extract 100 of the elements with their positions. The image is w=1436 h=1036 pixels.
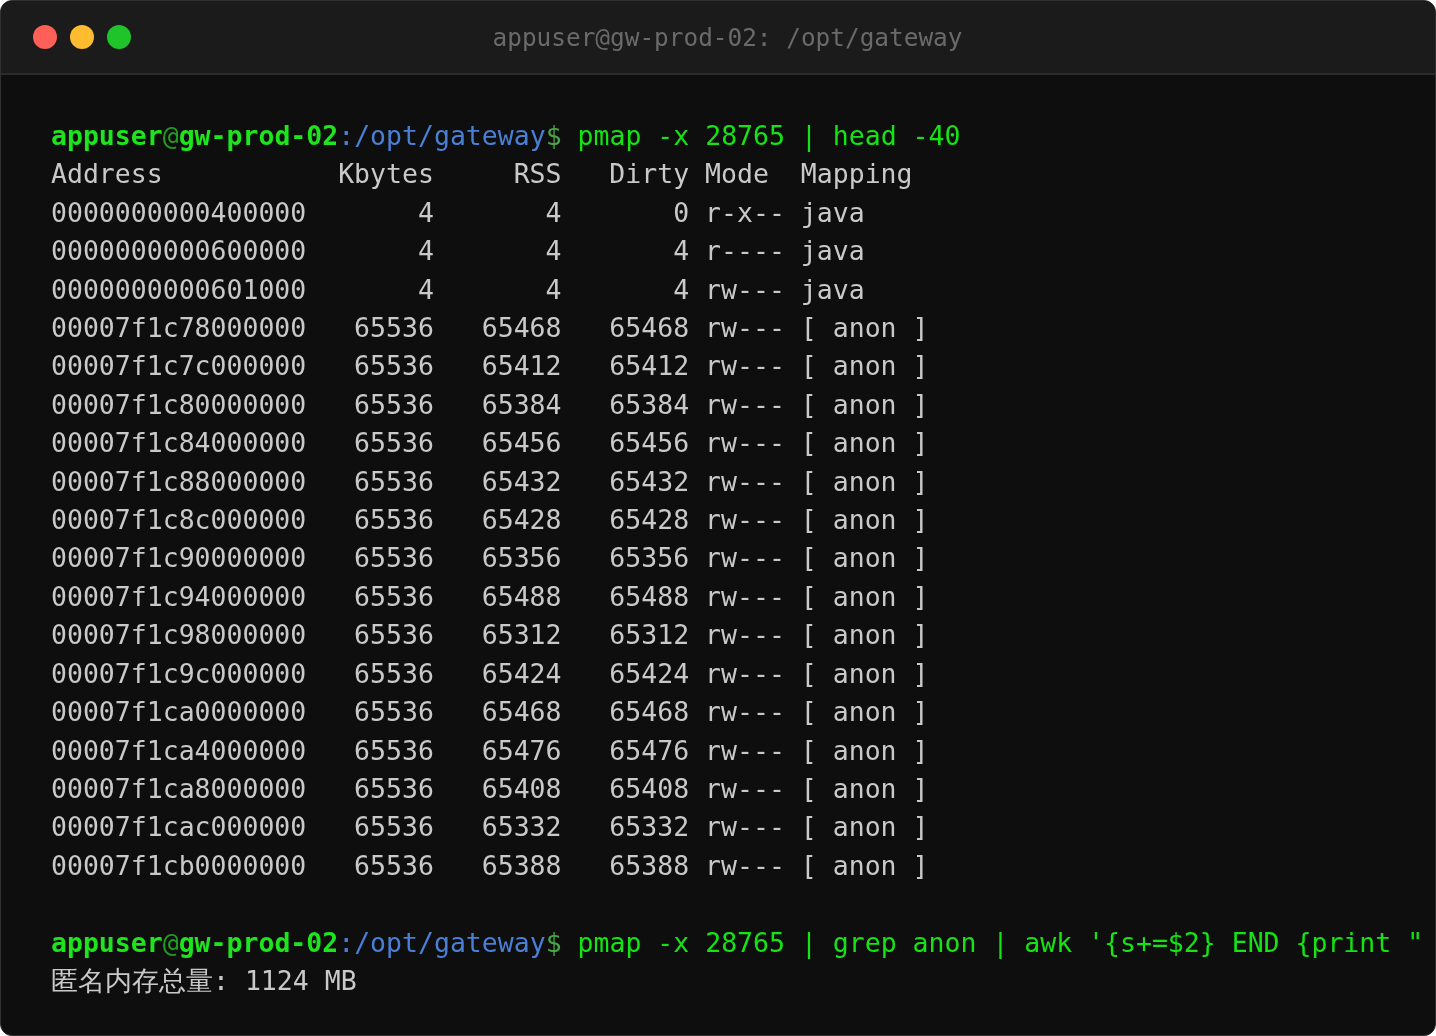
table-cell-text: 65388 xyxy=(481,848,562,883)
table-cell-text: 65468 xyxy=(481,311,562,346)
prompt-path: :/opt/gateway xyxy=(338,926,546,958)
table-cell-text: 65384 xyxy=(481,387,562,422)
table-cell-text: 00007f1ca0000000 xyxy=(51,695,307,730)
table-cell-text: 65432 xyxy=(609,464,690,499)
table-cell-text: 00007f1cac000000 xyxy=(51,810,307,845)
table-cell-text: 00007f1c8c000000 xyxy=(51,503,307,538)
table-cell-text: rw--- xyxy=(705,810,785,845)
table-cell-text: 65476 xyxy=(481,733,562,768)
table-cell-text: 65424 xyxy=(481,656,562,691)
table-cell-text: 65536 xyxy=(354,311,434,346)
table-cell-text: 0000000000600000 xyxy=(51,234,307,269)
table-cell-text: 65536 xyxy=(354,541,434,576)
table-cell-text: rw--- xyxy=(705,733,785,768)
table-cell-text: 65468 xyxy=(481,695,562,730)
table-cell-text: 65388 xyxy=(609,848,690,883)
table-cell-text: [ anon ] xyxy=(800,656,929,691)
table-cell-text: [ anon ] xyxy=(800,503,929,538)
table-cell-text: 65536 xyxy=(354,771,434,806)
table-cell-text: rw--- xyxy=(705,618,785,653)
close-icon[interactable] xyxy=(33,25,57,49)
table-cell-text: [ anon ] xyxy=(800,426,929,461)
table-cell-text: [ anon ] xyxy=(800,311,929,346)
prompt-symbol: $ xyxy=(545,120,562,151)
prompt-user-host: appuser@gw-prod-02 xyxy=(51,926,339,958)
table-cell-text: r---- xyxy=(705,234,785,269)
table-cell-text: rw--- xyxy=(705,541,785,576)
table-cell-text: 00007f1ca4000000 xyxy=(51,733,307,768)
prompt-path: :/opt/gateway xyxy=(338,120,546,151)
table-cell-text: rw--- xyxy=(705,272,785,307)
column-header: Dirty xyxy=(609,157,690,192)
table-cell-text: java xyxy=(800,272,865,307)
table-cell-text: 4 xyxy=(673,272,690,307)
table-cell-text: 00007f1cb0000000 xyxy=(51,848,307,883)
minimize-icon[interactable] xyxy=(70,25,94,49)
table-cell-text: 65536 xyxy=(354,848,434,883)
table-cell-text: 65332 xyxy=(481,810,562,845)
prompt-symbol: $ xyxy=(545,926,562,958)
table-cell-text: 65536 xyxy=(354,387,434,422)
table-cell-text: 65408 xyxy=(609,771,690,806)
table-cell-text: java xyxy=(800,234,865,269)
table-cell-text: rw--- xyxy=(705,771,785,806)
column-header: Address xyxy=(51,157,163,192)
table-cell-text: r-x-- xyxy=(705,195,785,230)
table-cell-text: 65536 xyxy=(354,810,434,845)
table-cell-text: rw--- xyxy=(705,848,785,883)
table-cell-text: 65488 xyxy=(481,579,562,614)
prompt-user-host: appuser@gw-prod-02 xyxy=(51,120,339,151)
table-cell-text: rw--- xyxy=(705,503,785,538)
table-cell-text: 65536 xyxy=(354,579,434,614)
table-cell-text: 00007f1c9c000000 xyxy=(51,656,307,691)
table-cell-text: rw--- xyxy=(705,695,785,730)
table-cell-text: rw--- xyxy=(705,426,785,461)
window-title: appuser@gw-prod-02: /opt/gateway xyxy=(491,22,963,52)
table-cell-text: 65432 xyxy=(481,464,562,499)
table-cell-text: 00007f1ca8000000 xyxy=(51,771,307,806)
table-cell-text: [ anon ] xyxy=(800,618,929,653)
command-text: pmap -x 28765 | grep anon | awk '{s+=$2} END {print " xyxy=(577,926,1424,958)
table-cell-text: [ anon ] xyxy=(800,349,929,384)
column-header: Mapping xyxy=(800,157,913,192)
table-cell-text: rw--- xyxy=(705,349,785,384)
table-cell-text: 65536 xyxy=(354,349,434,384)
table-cell-text: 65456 xyxy=(609,426,690,461)
column-header: Mode xyxy=(705,157,769,192)
table-cell-text: 65456 xyxy=(481,426,562,461)
table-cell-text: 65332 xyxy=(609,810,690,845)
table-cell-text: [ anon ] xyxy=(800,848,929,883)
column-header: RSS xyxy=(513,157,562,192)
table-cell-text: [ anon ] xyxy=(800,810,929,845)
table-cell-text: 65312 xyxy=(609,618,690,653)
output-text: 匿名内存总量: 1124 MB xyxy=(51,964,357,996)
table-cell-text: java xyxy=(800,195,865,230)
table-cell-text: 65312 xyxy=(481,618,562,653)
table-cell-text: [ anon ] xyxy=(800,579,929,614)
maximize-icon[interactable] xyxy=(107,25,131,49)
table-cell-text: [ anon ] xyxy=(800,733,929,768)
table-cell-text: [ anon ] xyxy=(800,695,929,730)
table-cell-text: rw--- xyxy=(705,311,785,346)
table-cell-text: rw--- xyxy=(705,656,785,691)
table-cell-text: 00007f1c94000000 xyxy=(51,579,307,614)
table-cell-text: 65384 xyxy=(609,387,690,422)
table-cell-text: 65536 xyxy=(354,695,434,730)
column-header: Kbytes xyxy=(338,157,434,192)
command-text: pmap -x 28765 | head -40 xyxy=(577,120,961,151)
table-cell-text: 4 xyxy=(545,195,562,230)
table-cell-text: 65468 xyxy=(609,311,690,346)
table-cell-text: 00007f1c88000000 xyxy=(51,464,307,499)
table-cell-text: 4 xyxy=(417,272,434,307)
table-cell-text: 65536 xyxy=(354,464,434,499)
table-cell-text: 65412 xyxy=(609,349,690,384)
table-cell-text: 65428 xyxy=(609,503,690,538)
table-cell-text: 65468 xyxy=(609,695,690,730)
table-cell-text: 4 xyxy=(545,234,562,269)
table-cell-text: 4 xyxy=(417,234,434,269)
table-cell-text: 00007f1c80000000 xyxy=(51,387,307,422)
table-cell-text: 65408 xyxy=(481,771,562,806)
table-cell-text: 0000000000601000 xyxy=(51,272,307,307)
table-cell-text: 0 xyxy=(673,195,690,230)
table-cell-text: 4 xyxy=(545,272,562,307)
